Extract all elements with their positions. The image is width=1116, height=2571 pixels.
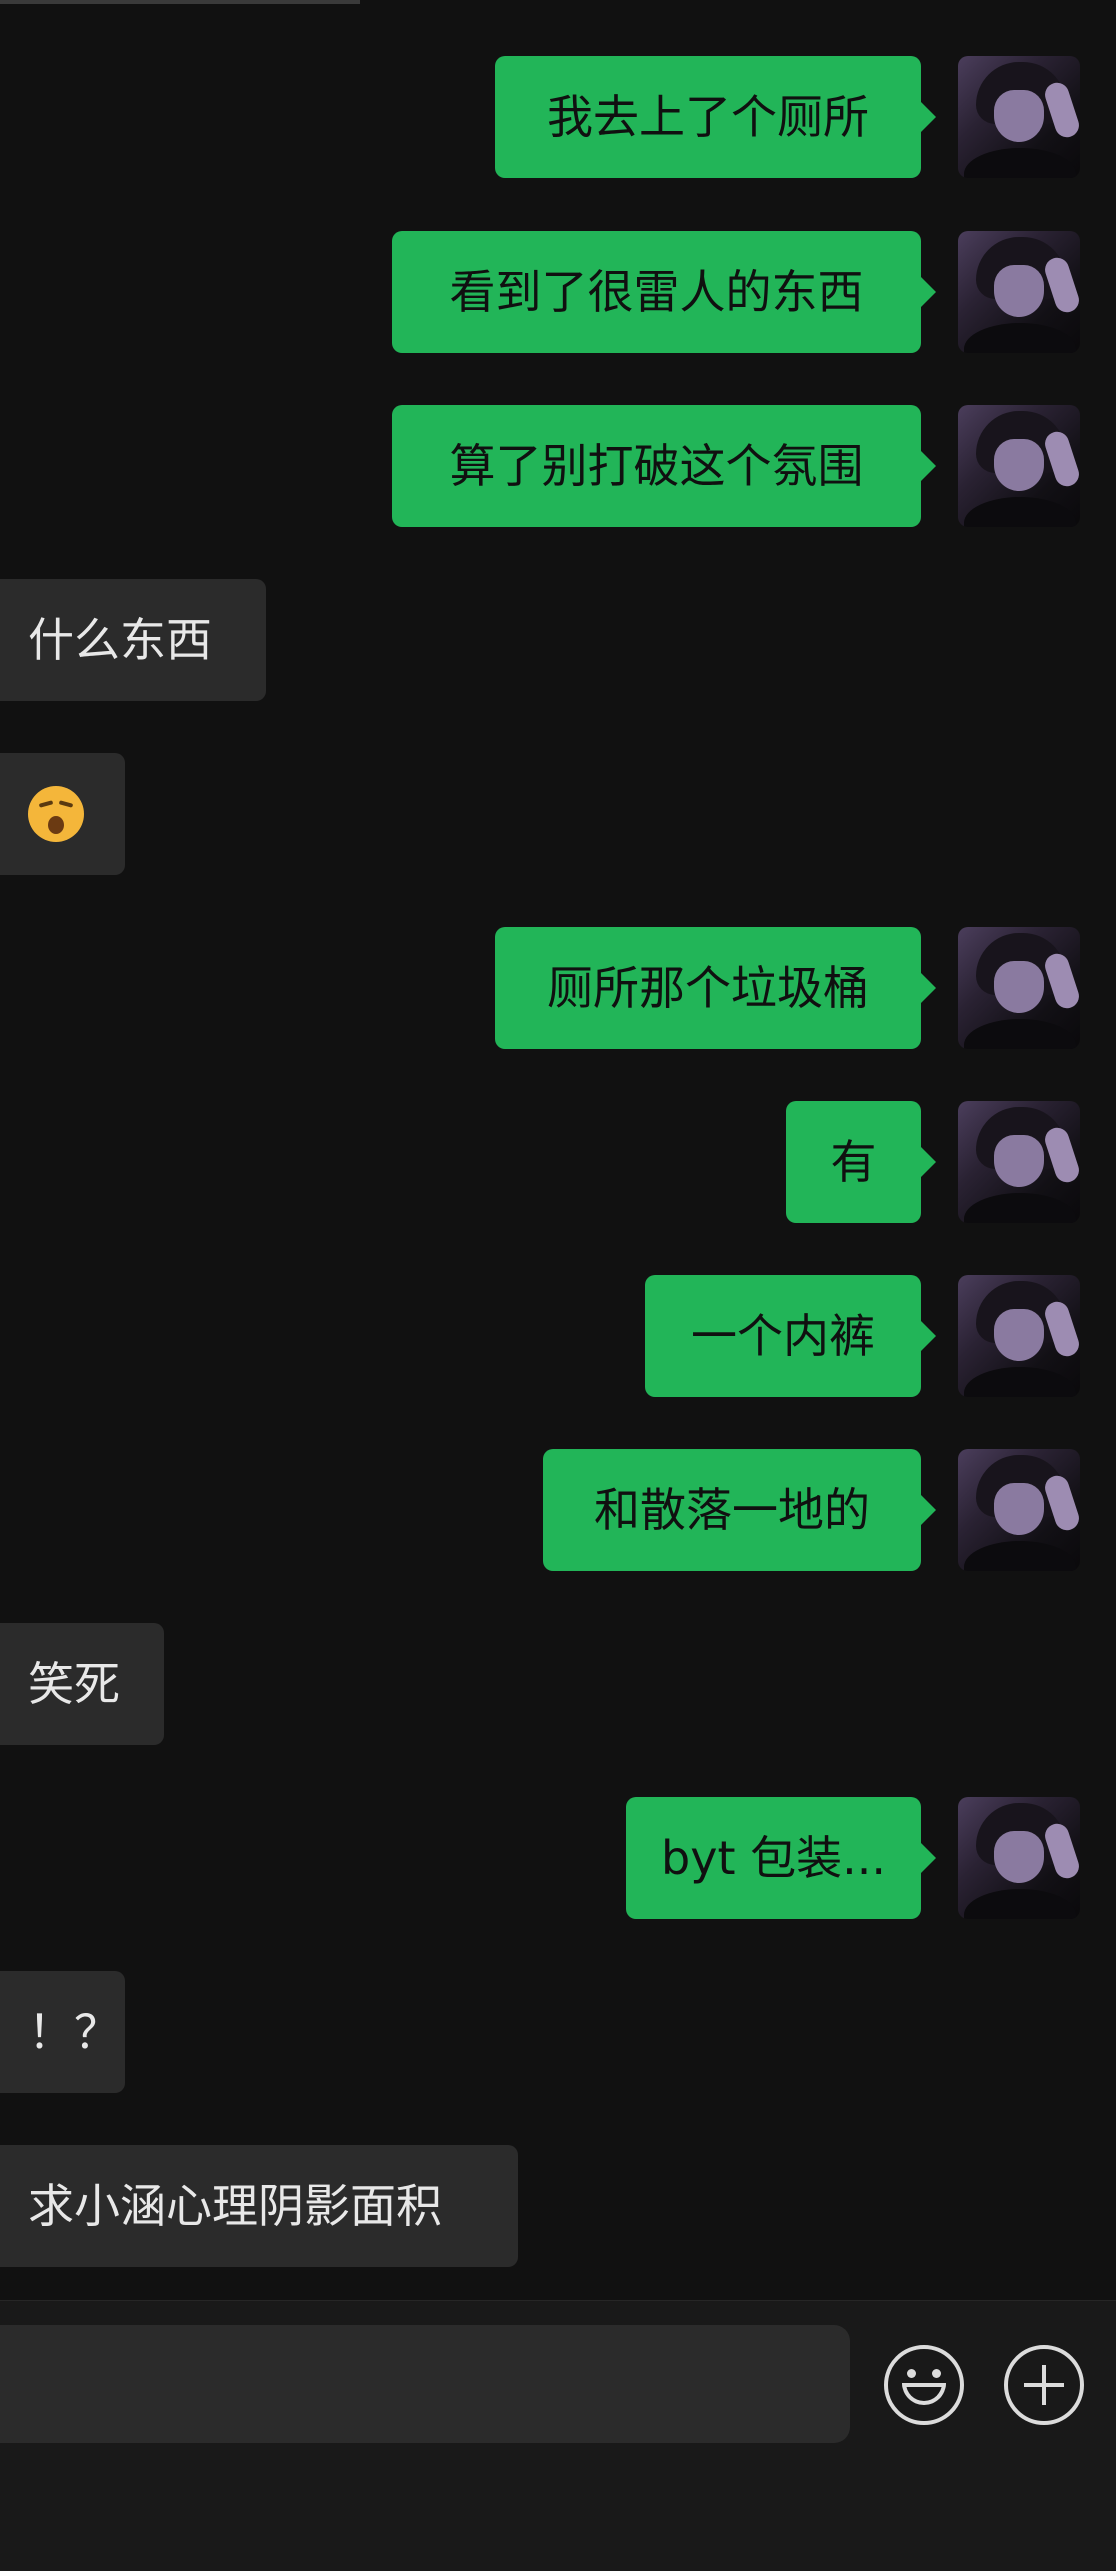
message-text: 一个内裤 (691, 1309, 875, 1363)
message-input[interactable] (0, 2325, 850, 2443)
chat-message-list[interactable]: 我去上了个厕所 看到了很雷人的东西 算了别打破这个氛围 什么东西 厕所那个垃圾桶 (0, 0, 1116, 2300)
avatar[interactable] (958, 1449, 1080, 1571)
message-text: 我去上了个厕所 (547, 90, 869, 144)
message-bubble[interactable]: 算了别打破这个氛围 (392, 405, 936, 527)
message-text: byt 包装... (661, 1831, 886, 1885)
message-input-bar (0, 2300, 1116, 2571)
message-row-incoming: 求小涵心理阴影面积 (0, 2145, 1116, 2269)
message-bubble[interactable]: ！？ (0, 1971, 125, 2093)
message-bubble[interactable]: 有 (786, 1101, 936, 1223)
message-bubble[interactable]: 我去上了个厕所 (495, 56, 936, 178)
message-text: 笑死 (28, 1657, 120, 1711)
message-text: 有 (830, 1135, 877, 1189)
message-bubble[interactable] (0, 753, 125, 875)
message-row-outgoing: 一个内裤 (0, 1275, 1116, 1399)
smiley-icon[interactable] (884, 2345, 964, 2425)
message-text: ！？ (28, 2005, 120, 2059)
message-text: 看到了很雷人的东西 (449, 265, 864, 319)
avatar[interactable] (958, 1797, 1080, 1919)
message-row-incoming: ！？ (0, 1971, 1116, 2095)
avatar[interactable] (958, 405, 1080, 527)
message-text: 求小涵心理阴影面积 (28, 2179, 442, 2233)
avatar[interactable] (958, 1101, 1080, 1223)
message-row-outgoing: 和散落一地的 (0, 1449, 1116, 1573)
message-row-incoming: 什么东西 (0, 579, 1116, 703)
message-bubble[interactable]: 和散落一地的 (543, 1449, 936, 1571)
message-bubble[interactable]: 厕所那个垃圾桶 (495, 927, 936, 1049)
message-row-outgoing: 我去上了个厕所 (0, 56, 1116, 180)
message-row-outgoing: 看到了很雷人的东西 (0, 231, 1116, 355)
avatar[interactable] (958, 231, 1080, 353)
avatar[interactable] (958, 927, 1080, 1049)
hushed-face-emoji-icon (28, 785, 84, 842)
message-row-outgoing: 厕所那个垃圾桶 (0, 927, 1116, 1051)
message-row-incoming: 笑死 (0, 1623, 1116, 1747)
message-row-outgoing: 算了别打破这个氛围 (0, 405, 1116, 529)
avatar[interactable] (958, 56, 1080, 178)
avatar[interactable] (958, 1275, 1080, 1397)
message-row-outgoing: 有 (0, 1101, 1116, 1225)
message-bubble[interactable]: 求小涵心理阴影面积 (0, 2145, 518, 2267)
message-bubble[interactable]: 看到了很雷人的东西 (392, 231, 936, 353)
message-bubble[interactable]: 什么东西 (0, 579, 266, 701)
plus-circle-icon[interactable] (1004, 2345, 1084, 2425)
message-bubble[interactable]: 一个内裤 (645, 1275, 936, 1397)
message-row-incoming (0, 753, 1116, 877)
message-text: 什么东西 (28, 613, 212, 667)
message-bubble[interactable]: byt 包装... (626, 1797, 936, 1919)
message-bubble[interactable]: 笑死 (0, 1623, 164, 1745)
message-text: 和散落一地的 (594, 1483, 870, 1537)
message-text: 厕所那个垃圾桶 (547, 961, 869, 1015)
message-text: 算了别打破这个氛围 (449, 439, 864, 493)
message-row-outgoing: byt 包装... (0, 1797, 1116, 1921)
